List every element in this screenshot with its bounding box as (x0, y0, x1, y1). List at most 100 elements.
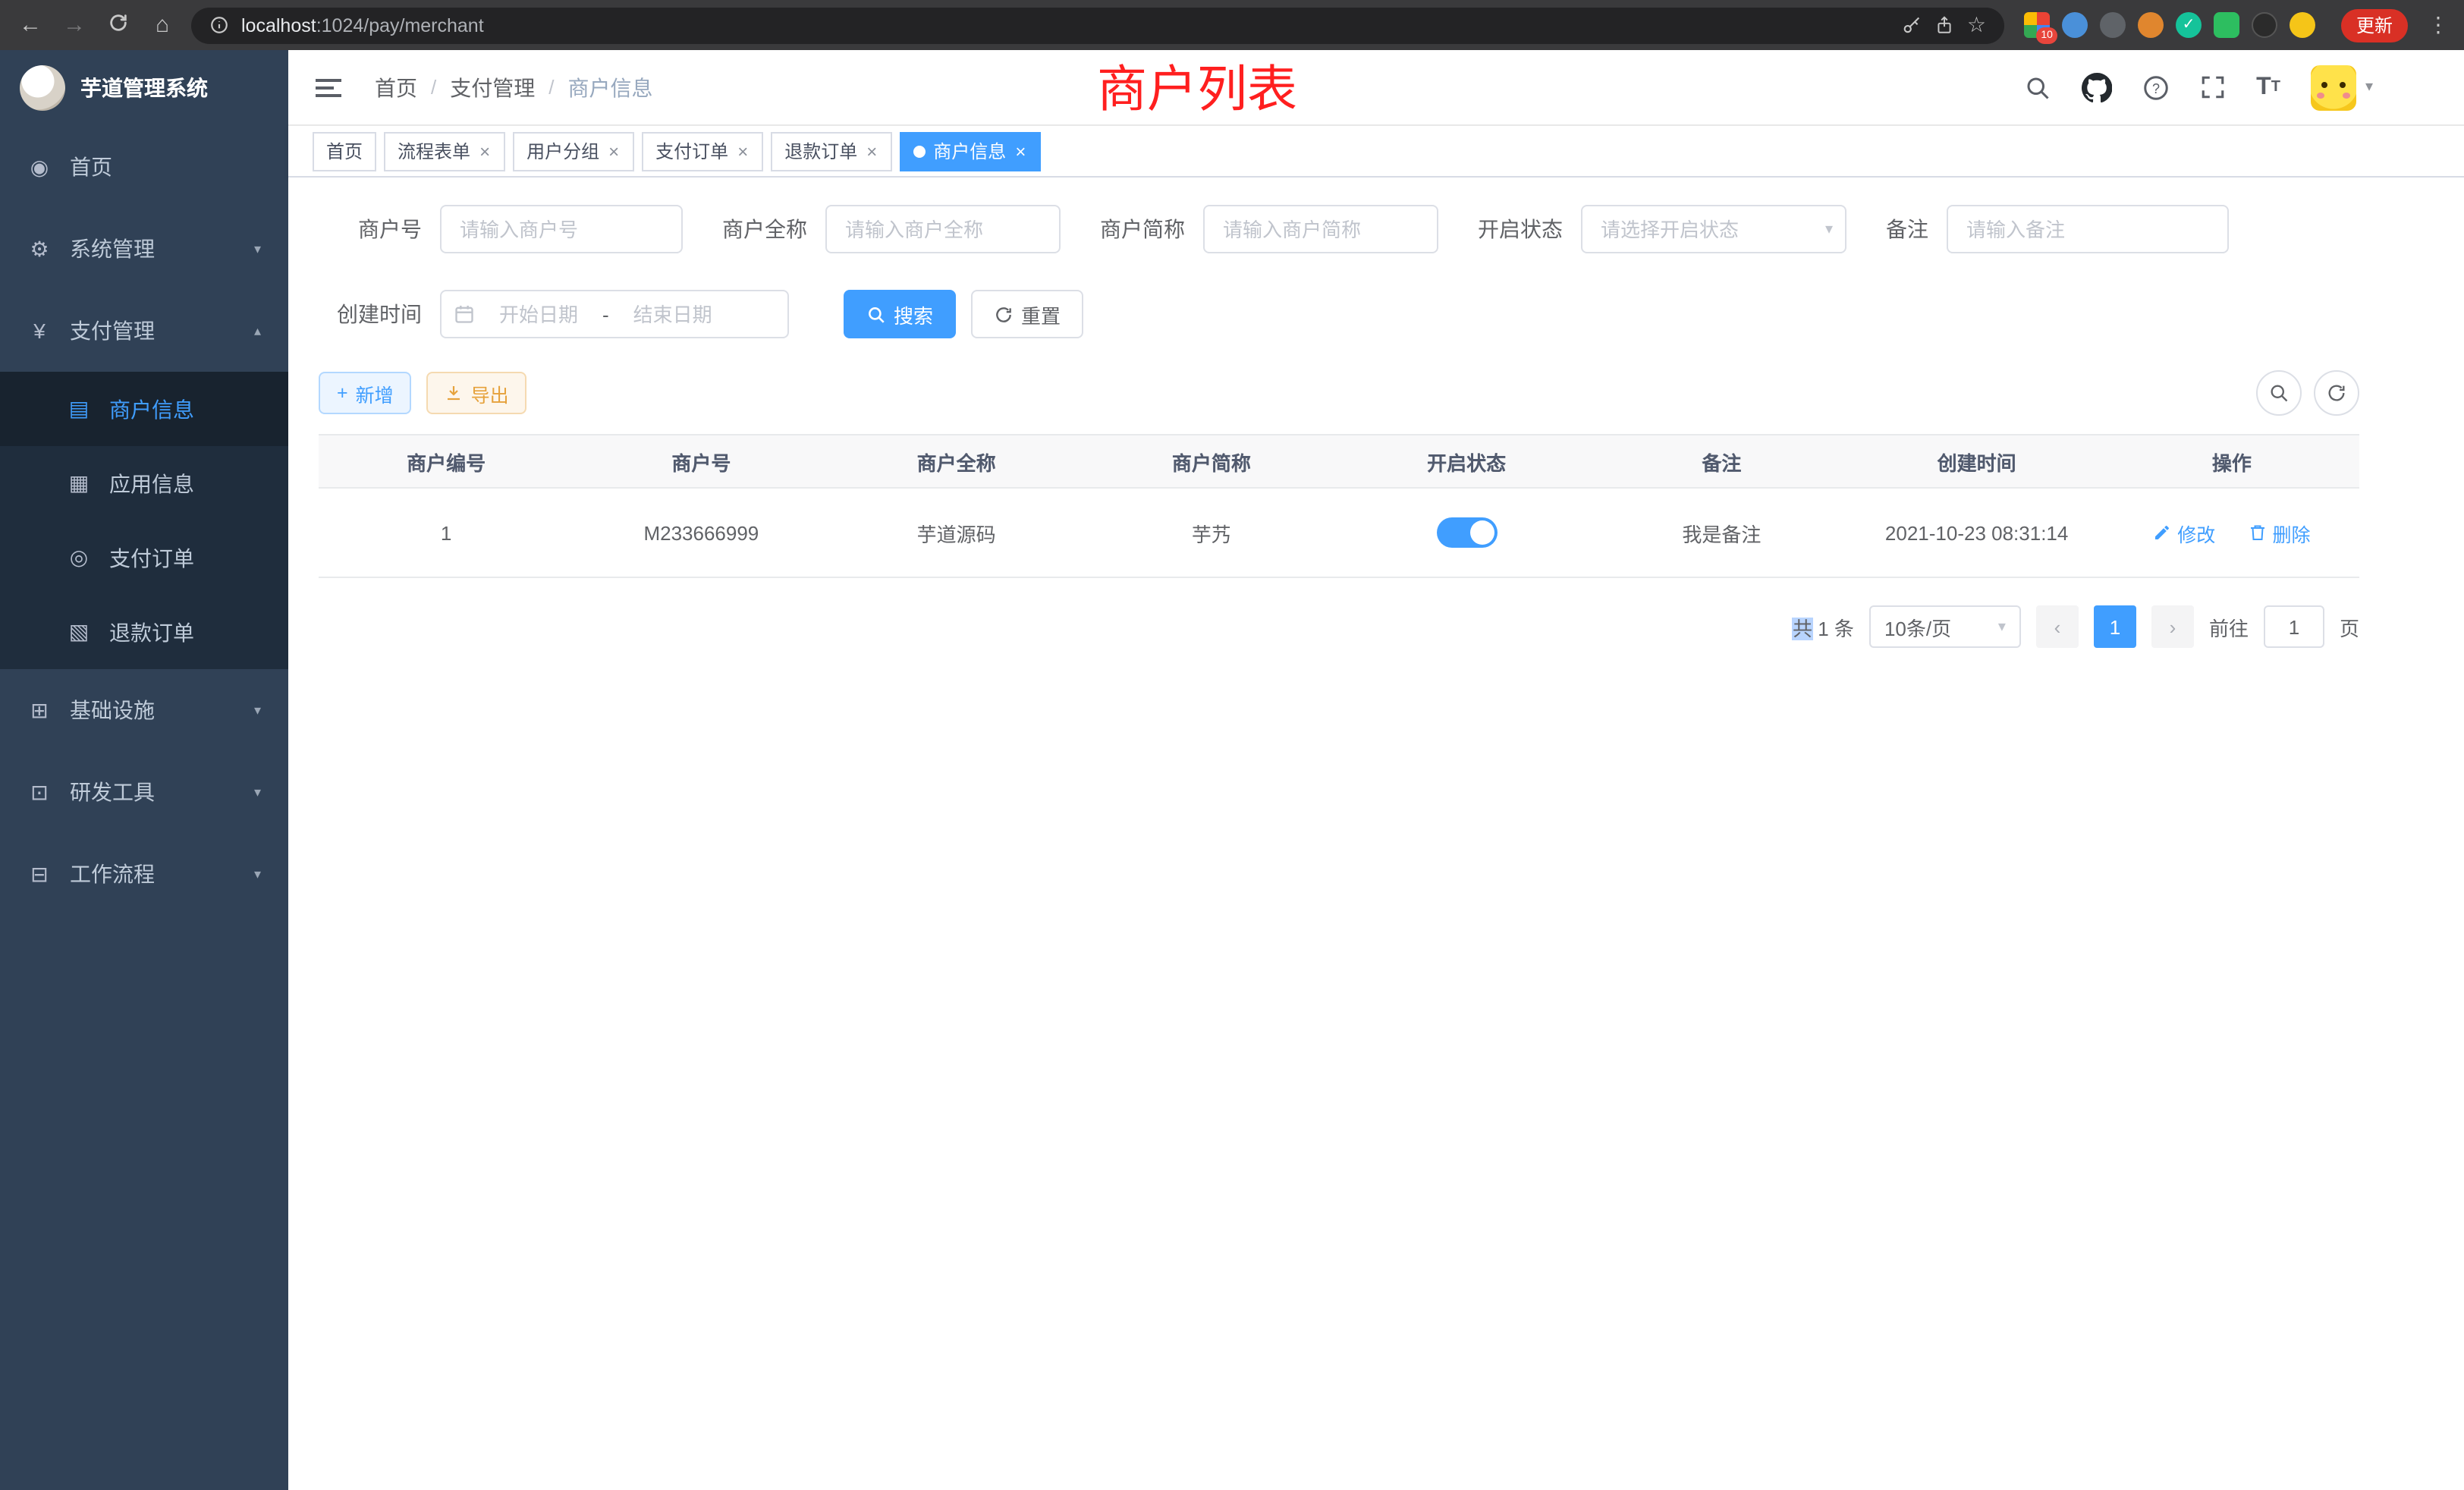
font-size-icon[interactable]: TT (2256, 75, 2280, 99)
remark-input[interactable] (1947, 205, 2229, 253)
password-key-icon[interactable] (1902, 14, 1923, 36)
url-host: localhost (241, 14, 316, 36)
sidebar-item-home[interactable]: ◉ 首页 (0, 126, 288, 208)
sidebar-item-app-info[interactable]: ▦ 应用信息 (0, 446, 288, 520)
extension-orange-icon[interactable] (2138, 12, 2164, 38)
close-icon[interactable]: × (865, 142, 878, 160)
tab-user-group[interactable]: 用户分组 × (513, 131, 634, 171)
fullscreen-icon[interactable] (2200, 74, 2226, 100)
column-header: 开启状态 (1339, 435, 1594, 488)
site-info-icon[interactable] (209, 15, 229, 35)
search-icon[interactable] (2024, 74, 2051, 101)
pagination-total-rest: 1 条 (1812, 617, 1854, 640)
breadcrumb: 首页 / 支付管理 / 商户信息 (375, 72, 653, 102)
gear-icon: ⚙ (27, 236, 52, 262)
sidebar-toggle-icon[interactable] (313, 72, 344, 102)
sidebar-item-refund-orders[interactable]: ▧ 退款订单 (0, 595, 288, 669)
extension-dark-icon[interactable] (2100, 12, 2126, 38)
filter-row-1: 商户号 商户全称 商户简称 开启状态 (319, 205, 2359, 253)
prev-page-button[interactable]: ‹ (2036, 605, 2079, 648)
close-icon[interactable]: × (1014, 142, 1027, 160)
github-icon[interactable] (2082, 72, 2112, 102)
page-1-button[interactable]: 1 (2094, 605, 2136, 648)
browser-home-icon[interactable]: ⌂ (147, 14, 178, 36)
sidebar-item-dev-tools[interactable]: ⊡ 研发工具 ▾ (0, 751, 288, 833)
full-name-label: 商户全称 (722, 214, 807, 244)
extension-blue-icon[interactable] (2062, 12, 2088, 38)
pay-order-icon: ◎ (67, 545, 91, 571)
browser-reload-icon[interactable] (103, 12, 134, 38)
help-icon[interactable]: ? (2142, 74, 2170, 101)
breadcrumb-current: 商户信息 (568, 72, 653, 102)
toggle-search-icon[interactable] (2256, 370, 2302, 416)
refresh-table-icon[interactable] (2314, 370, 2359, 416)
short-name-input[interactable] (1203, 205, 1438, 253)
table-row: 1 M233666999 芋道源码 芋艿 我是备注 2021-10-23 08:… (319, 488, 2359, 577)
date-end-input[interactable] (615, 303, 731, 325)
bookmark-star-icon[interactable]: ☆ (1967, 12, 1986, 38)
extension-green-square-icon[interactable] (2214, 12, 2239, 38)
app-logo[interactable]: 芋道管理系统 (0, 50, 288, 126)
delete-link-label: 删除 (2273, 518, 2311, 547)
close-icon[interactable]: × (736, 142, 750, 160)
browser-back-icon[interactable]: ← (15, 14, 46, 36)
sidebar-item-workflow[interactable]: ⊟ 工作流程 ▾ (0, 833, 288, 915)
edit-link[interactable]: 修改 (2153, 518, 2215, 547)
toolbar-right-actions (2256, 370, 2359, 416)
tab-merchant-info[interactable]: 商户信息 × (900, 131, 1041, 171)
extension-badge: 10 (2036, 27, 2057, 44)
sidebar-item-label: 研发工具 (70, 777, 155, 807)
export-button[interactable]: 导出 (427, 372, 527, 414)
remark-label: 备注 (1886, 214, 1928, 244)
next-page-button[interactable]: › (2151, 605, 2194, 648)
reset-button-label: 重置 (1021, 300, 1061, 328)
close-icon[interactable]: × (607, 142, 621, 160)
sidebar-item-merchant-info[interactable]: ▤ 商户信息 (0, 372, 288, 446)
close-icon[interactable]: × (478, 142, 492, 160)
extension-check-icon[interactable]: ✓ (2176, 12, 2202, 38)
address-bar[interactable]: localhost:1024/pay/merchant ☆ (191, 7, 2004, 43)
sidebar-item-pay-orders[interactable]: ◎ 支付订单 (0, 520, 288, 595)
status-toggle[interactable] (1436, 517, 1497, 548)
tab-pay-orders[interactable]: 支付订单 × (642, 131, 763, 171)
filter-short-name: 商户简称 (1100, 205, 1438, 253)
sidebar-item-infrastructure[interactable]: ⊞ 基础设施 ▾ (0, 669, 288, 751)
tab-refund-orders[interactable]: 退款订单 × (771, 131, 892, 171)
breadcrumb-item[interactable]: 支付管理 (450, 72, 535, 102)
tab-home[interactable]: 首页 (313, 131, 376, 171)
column-header: 商户全称 (829, 435, 1084, 488)
date-start-input[interactable] (481, 303, 596, 325)
app-frame: 芋道管理系统 ◉ 首页 ⚙ 系统管理 ▾ ¥ 支付管理 ▴ (0, 50, 2464, 1490)
browser-forward-icon[interactable]: → (59, 14, 90, 36)
extension-avatar-icon[interactable] (2290, 12, 2315, 38)
sidebar-item-system[interactable]: ⚙ 系统管理 ▾ (0, 208, 288, 290)
delete-link[interactable]: 删除 (2249, 518, 2311, 547)
goto-page-input[interactable] (2264, 605, 2324, 648)
status-select[interactable]: ▾ (1581, 205, 1846, 253)
column-header: 商户号 (574, 435, 828, 488)
sidebar-item-label: 首页 (70, 152, 112, 182)
merchant-no-input[interactable] (440, 205, 683, 253)
browser-menu-icon[interactable]: ⋮ (2428, 12, 2449, 38)
merchant-no-label: 商户号 (319, 214, 422, 244)
search-button[interactable]: 搜索 (844, 290, 956, 338)
date-range-picker[interactable]: - (440, 290, 789, 338)
add-button[interactable]: + 新增 (319, 372, 412, 414)
extension-pinwheel-icon[interactable] (2252, 12, 2277, 38)
full-name-input[interactable] (825, 205, 1061, 253)
chevron-down-icon: ▾ (254, 702, 261, 718)
filter-create-time: 创建时间 - (319, 290, 789, 338)
status-select-input[interactable] (1581, 205, 1846, 253)
user-menu[interactable]: ▾ (2311, 64, 2373, 110)
tab-process-form[interactable]: 流程表单 × (384, 131, 505, 171)
page-size-select[interactable]: 10条/页 ▾ (1869, 605, 2021, 648)
sidebar-item-label: 应用信息 (109, 468, 194, 498)
sidebar-item-payment[interactable]: ¥ 支付管理 ▴ (0, 290, 288, 372)
reset-button[interactable]: 重置 (971, 290, 1083, 338)
browser-chrome: ← → ⌂ localhost:1024/pay/merchant ☆ 10 (0, 0, 2464, 50)
browser-update-button[interactable]: 更新 (2341, 8, 2408, 42)
share-icon[interactable] (1935, 15, 1955, 35)
red-annotation-text: 商户列表 (1097, 56, 1297, 123)
extension-grid-icon[interactable]: 10 (2024, 12, 2050, 38)
breadcrumb-item[interactable]: 首页 (375, 72, 417, 102)
